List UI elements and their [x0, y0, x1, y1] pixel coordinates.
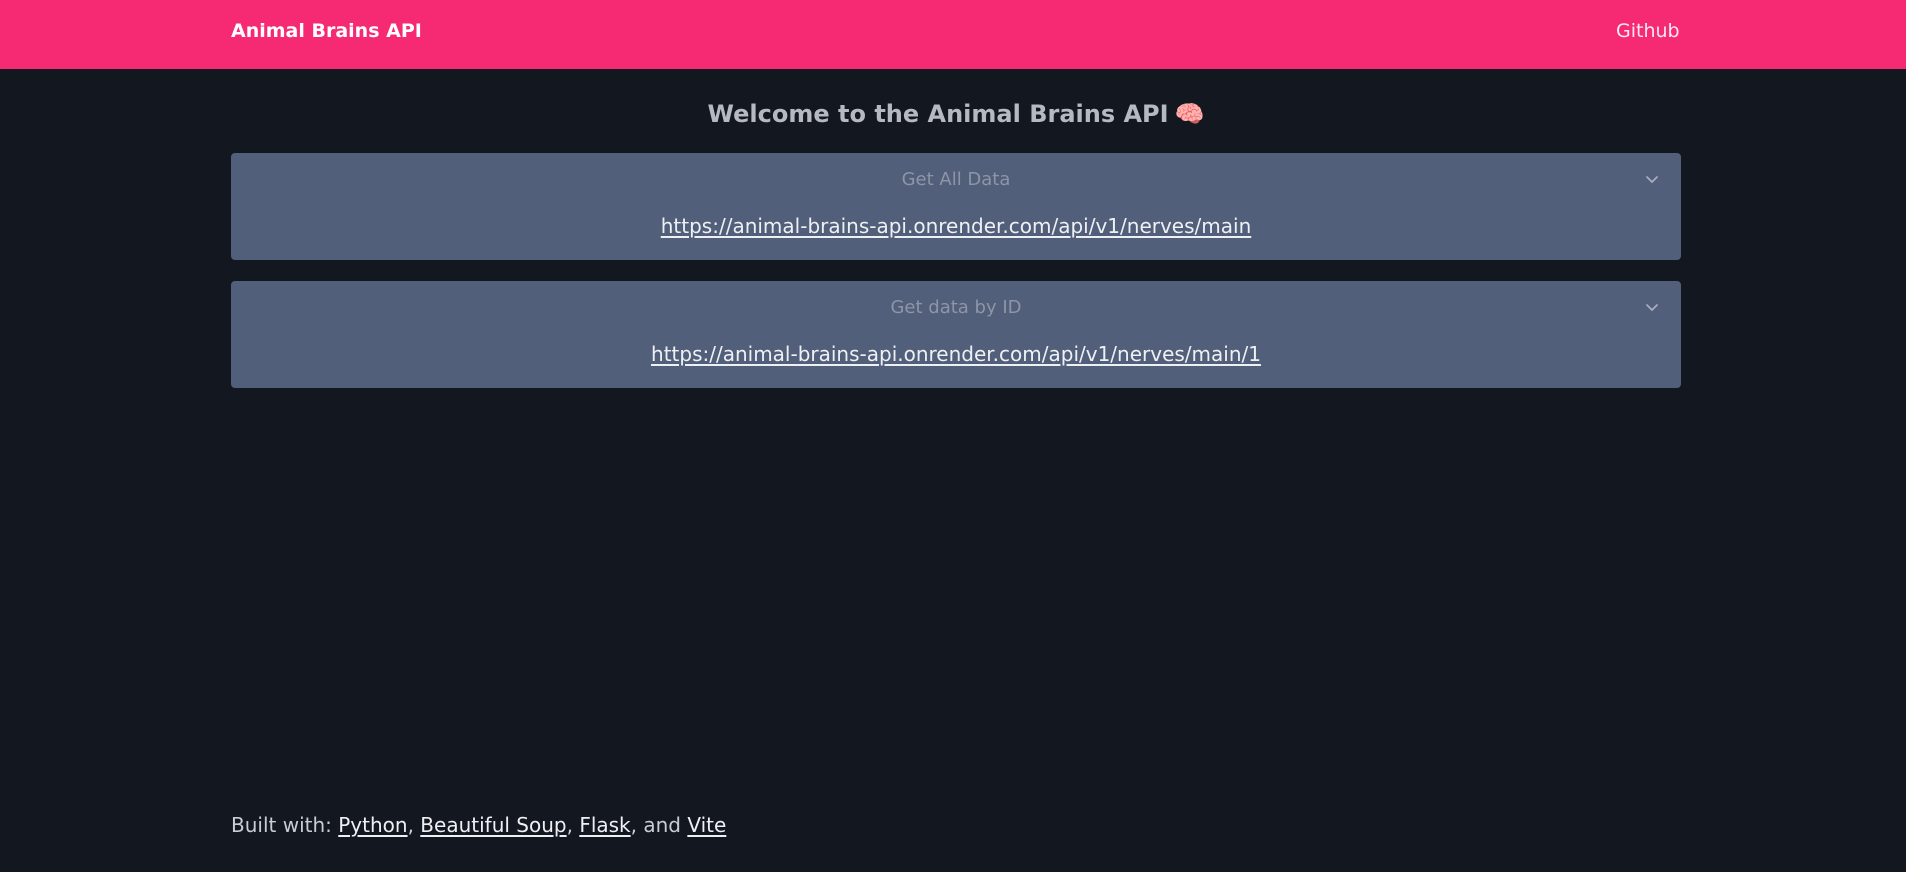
github-link[interactable]: Github: [1616, 20, 1680, 42]
footer-built-with: Built with: Python, Beautiful Soup, Flas…: [231, 813, 726, 837]
top-navbar: Animal Brains API Github: [0, 0, 1906, 69]
footer-separator: , and: [630, 813, 688, 837]
endpoint-heading[interactable]: Get data by ID: [231, 297, 1681, 318]
brain-emoji-icon: 🧠: [1174, 100, 1205, 128]
page-title: Welcome to the Animal Brains API 🧠: [231, 100, 1681, 128]
flask-link[interactable]: Flask: [579, 813, 630, 837]
endpoint-heading[interactable]: Get All Data: [231, 169, 1681, 190]
footer-prefix: Built with:: [231, 813, 339, 837]
beautiful-soup-link[interactable]: Beautiful Soup: [420, 813, 566, 837]
endpoint-url-link[interactable]: https://animal-brains-api.onrender.com/a…: [651, 342, 1261, 366]
endpoint-card-get-all-data[interactable]: Get All Data https://animal-brains-api.o…: [231, 153, 1681, 260]
brand-link[interactable]: Animal Brains API: [231, 20, 422, 42]
chevron-down-icon[interactable]: [1645, 300, 1659, 314]
python-link[interactable]: Python: [338, 813, 407, 837]
chevron-down-icon[interactable]: [1645, 172, 1659, 186]
page-title-text: Welcome to the Animal Brains API: [707, 100, 1169, 128]
footer-separator: ,: [566, 813, 580, 837]
footer-separator: ,: [407, 813, 421, 837]
endpoint-url-link[interactable]: https://animal-brains-api.onrender.com/a…: [661, 214, 1252, 238]
vite-link[interactable]: Vite: [687, 813, 726, 837]
endpoint-card-get-data-by-id[interactable]: Get data by ID https://animal-brains-api…: [231, 281, 1681, 388]
